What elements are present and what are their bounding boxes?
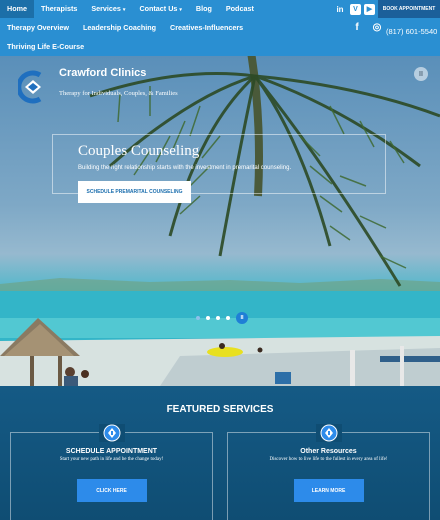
tertiary-menu: Thriving Life E-Course [0,38,91,56]
schedule-premarital-button[interactable]: SCHEDULE PREMARITAL COUNSELING [78,181,191,203]
featured-services: FEATURED SERVICES SCHEDULE APPOINTMENT S… [0,386,440,520]
nav-contact[interactable]: Contact Us ▾ [132,0,188,18]
nav-podcast-label: Podcast [225,4,254,13]
social-links: in V ▶ [333,0,375,18]
phone-number[interactable]: (817) 601-5540 [386,27,437,36]
main-menu: Home Therapists Services ▾ Contact Us ▾ Bl… [0,0,261,18]
nav-blog[interactable]: Blog [189,0,219,18]
slider-pause-button[interactable]: II [236,312,248,324]
nav-therapy-overview[interactable]: Therapy Overview [0,19,76,37]
nav-home[interactable]: Home [0,0,34,18]
chevron-down-icon: ▾ [179,7,182,13]
book-appointment-button[interactable]: BOOK APPOINTMENT [378,0,440,18]
top-navigation: Home Therapists Services ▾ Contact Us ▾ Bl… [0,0,440,56]
nav-podcast[interactable]: Podcast [219,0,261,18]
slide-subtitle: Building the right relationship starts w… [78,165,292,171]
facebook-icon[interactable]: f [350,20,364,34]
crawford-clinics-logo[interactable] [18,70,48,104]
nav-leadership-coaching[interactable]: Leadership Coaching [76,19,163,37]
nav-services[interactable]: Services ▾ [84,0,132,18]
nav-contact-label: Contact Us [139,4,178,13]
social-links-secondary: f ◎ [350,20,384,34]
card-title: Other Resources [300,448,357,455]
card-text: Start your new path in life and be the c… [59,457,164,462]
learn-more-button[interactable]: LEARN MORE [293,479,364,502]
click-here-button[interactable]: CLICK HERE [76,479,147,502]
slider-pagination: II [196,312,248,324]
card-title: SCHEDULE APPOINTMENT [65,448,158,455]
nav-blog-label: Blog [195,4,212,13]
slide-dot[interactable] [226,316,230,320]
card-text: Discover how to live life to the fullest… [269,457,388,462]
nav-home-label: Home [7,4,27,13]
nav-services-label: Services [91,4,121,13]
nav-thriving-life[interactable]: Thriving Life E-Course [0,38,91,56]
slide-dot[interactable] [196,316,200,320]
brand-name: Crawford Clinics [59,67,147,79]
brand-tagline: Therapy for Individuals, Couples, & Fami… [59,90,178,97]
vimeo-icon[interactable]: V [350,3,361,15]
nav-creatives-influencers[interactable]: Creatives-Influencers [163,19,250,37]
nav-therapists-label: Therapists [40,4,78,13]
youtube-icon[interactable]: ▶ [364,3,375,15]
chevron-down-icon: ▾ [122,7,126,13]
clinic-badge-icon [98,424,125,442]
instagram-icon[interactable]: ◎ [370,20,384,34]
service-card-resources: Other Resources Discover how to live lif… [227,424,430,520]
clinic-badge-icon [315,424,342,442]
featured-heading: FEATURED SERVICES [166,404,274,415]
hero-background-image [0,56,440,386]
slide-dot[interactable] [216,316,220,320]
slide-dot[interactable] [206,316,210,320]
slide-title: Couples Counseling [78,143,200,159]
pause-icon[interactable]: II [414,67,428,81]
secondary-menu: Therapy Overview Leadership Coaching Cre… [0,19,250,37]
linkedin-icon[interactable]: in [333,2,347,16]
nav-therapists[interactable]: Therapists [34,0,84,18]
hero-slider: Crawford Clinics Therapy for Individuals… [0,56,440,386]
service-card-schedule: SCHEDULE APPOINTMENT Start your new path… [10,424,213,520]
